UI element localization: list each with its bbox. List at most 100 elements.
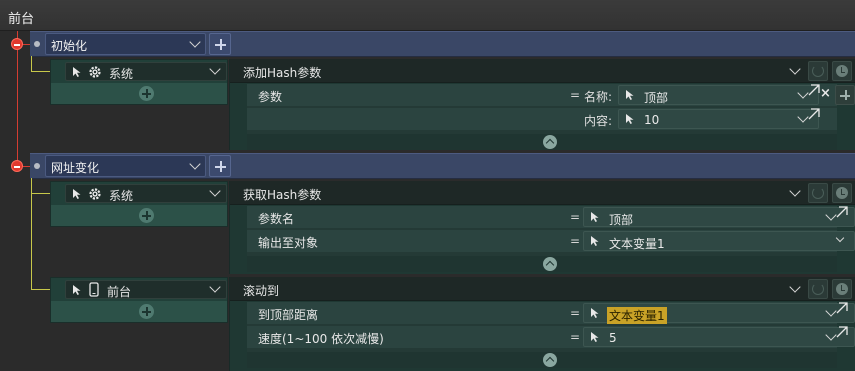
clock-icon bbox=[836, 187, 848, 199]
trigger-select[interactable]: 系统 bbox=[65, 184, 227, 203]
phone-icon bbox=[89, 282, 99, 297]
drag-handle-icon[interactable] bbox=[34, 41, 40, 47]
param-panel: 参数 = 名称: 顶部 × 内容: 10 bbox=[247, 84, 855, 134]
trigger-label: 前台 bbox=[107, 285, 132, 299]
add-action-button[interactable] bbox=[209, 33, 231, 55]
remove-param-button[interactable]: × bbox=[820, 86, 831, 101]
param-label: 参数 bbox=[258, 90, 283, 104]
add-trigger-row[interactable] bbox=[51, 301, 227, 322]
param-sub-label: 内容: bbox=[584, 114, 613, 128]
action-block: 获取Hash参数 参数名 = 顶部 输出至对象 = 文本变量1 bbox=[229, 181, 855, 274]
param-value: 顶部 bbox=[644, 91, 669, 105]
param-row: 速度(1~100 依次减慢) = 5 bbox=[247, 326, 855, 348]
equals-sign: = bbox=[570, 234, 581, 248]
add-trigger-row[interactable] bbox=[51, 205, 227, 226]
chevron-down-icon bbox=[209, 281, 221, 293]
action-name: 获取Hash参数 bbox=[243, 188, 322, 202]
action-name: 添加Hash参数 bbox=[243, 66, 322, 80]
add-icon[interactable] bbox=[139, 304, 154, 319]
action-block: 添加Hash参数 参数 = 名称: 顶部 × 内容: 10 bbox=[229, 59, 855, 150]
delay-button[interactable] bbox=[832, 279, 852, 299]
gear-icon bbox=[89, 188, 101, 200]
param-value: 文本变量1 bbox=[609, 237, 665, 251]
refresh-icon bbox=[812, 283, 824, 295]
drag-handle-icon[interactable] bbox=[34, 163, 40, 169]
refresh-button[interactable] bbox=[808, 183, 828, 203]
remove-event-icon[interactable] bbox=[11, 160, 23, 172]
action-connector-line bbox=[31, 71, 51, 72]
expand-icon[interactable] bbox=[835, 302, 849, 316]
action-connector-line bbox=[31, 193, 51, 194]
gear-icon bbox=[89, 66, 101, 78]
trigger-select[interactable]: 前台 bbox=[65, 280, 227, 299]
param-row: 参数名 = 顶部 bbox=[247, 206, 855, 228]
delay-button[interactable] bbox=[832, 61, 852, 81]
param-value: 5 bbox=[609, 331, 617, 345]
chevron-down-icon bbox=[789, 63, 801, 75]
trigger-block: 系统 bbox=[50, 181, 228, 227]
collapse-icon[interactable] bbox=[543, 257, 557, 271]
param-value-field[interactable]: 10 bbox=[618, 108, 821, 129]
title-bar: 前台 bbox=[0, 0, 855, 31]
remove-event-icon[interactable] bbox=[11, 38, 23, 50]
chevron-down-icon bbox=[209, 185, 221, 197]
param-panel: 参数名 = 顶部 输出至对象 = 文本变量1 bbox=[247, 206, 855, 256]
action-block: 滚动到 到顶部距离 = 文本变量1 速度(1~100 依次减慢) = 5 bbox=[229, 277, 855, 371]
add-param-button[interactable] bbox=[835, 85, 855, 105]
equals-sign: = bbox=[570, 88, 581, 102]
add-icon[interactable] bbox=[139, 86, 154, 101]
refresh-button[interactable] bbox=[808, 61, 828, 81]
param-label: 参数名 bbox=[258, 212, 295, 226]
collapse-icon[interactable] bbox=[543, 135, 557, 149]
param-label: 到顶部距离 bbox=[258, 308, 319, 322]
event-connector-line bbox=[17, 31, 18, 167]
output-target-select[interactable]: 文本变量1 bbox=[583, 231, 855, 251]
param-value-field[interactable]: 顶部 bbox=[618, 84, 821, 105]
equals-sign: = bbox=[570, 210, 581, 224]
trigger-block: 系统 bbox=[50, 59, 228, 105]
trigger-select[interactable]: 系统 bbox=[65, 62, 227, 81]
param-value: 顶部 bbox=[609, 213, 634, 227]
param-label: 速度(1~100 依次减慢) bbox=[258, 332, 384, 346]
equals-sign: = bbox=[570, 306, 581, 320]
action-header[interactable]: 滚动到 bbox=[230, 277, 855, 301]
collapse-strip bbox=[247, 256, 837, 272]
expand-icon[interactable] bbox=[835, 206, 849, 220]
chevron-down-icon bbox=[189, 158, 201, 170]
clock-icon bbox=[836, 65, 848, 77]
add-icon[interactable] bbox=[139, 208, 154, 223]
refresh-button[interactable] bbox=[808, 279, 828, 299]
trigger-label: 系统 bbox=[109, 189, 134, 203]
param-row: 参数 = 名称: 顶部 × bbox=[247, 84, 855, 106]
param-sub-label: 名称: bbox=[584, 90, 613, 104]
param-row: 内容: 10 bbox=[247, 108, 837, 130]
expand-icon[interactable] bbox=[835, 326, 849, 340]
cursor-icon bbox=[591, 236, 599, 246]
param-row: 到顶部距离 = 文本变量1 bbox=[247, 302, 855, 324]
param-value: 10 bbox=[644, 113, 660, 127]
chevron-down-icon bbox=[789, 185, 801, 197]
event-label: 初始化 bbox=[51, 39, 88, 53]
equals-sign: = bbox=[570, 330, 581, 344]
param-value-field[interactable]: 5 bbox=[583, 326, 855, 347]
add-action-button[interactable] bbox=[209, 155, 231, 177]
chevron-down-icon bbox=[189, 36, 201, 48]
param-value-field[interactable]: 顶部 bbox=[583, 206, 855, 227]
add-trigger-row[interactable] bbox=[51, 83, 227, 104]
action-header[interactable]: 添加Hash参数 bbox=[230, 59, 855, 83]
cursor-icon bbox=[591, 212, 599, 222]
trigger-block: 前台 bbox=[50, 277, 228, 323]
param-panel: 到顶部距离 = 文本变量1 速度(1~100 依次减慢) = 5 bbox=[247, 302, 855, 352]
delay-button[interactable] bbox=[832, 183, 852, 203]
expand-icon[interactable] bbox=[807, 84, 821, 98]
expand-icon[interactable] bbox=[807, 108, 821, 122]
collapse-icon[interactable] bbox=[543, 353, 557, 367]
event-label: 网址变化 bbox=[51, 161, 100, 175]
event-select[interactable]: 网址变化 bbox=[45, 155, 206, 177]
param-value-field[interactable]: 文本变量1 bbox=[583, 302, 855, 324]
cursor-icon bbox=[626, 90, 634, 100]
collapse-strip bbox=[247, 352, 837, 368]
event-select[interactable]: 初始化 bbox=[45, 33, 206, 55]
param-label: 输出至对象 bbox=[258, 236, 319, 250]
action-header[interactable]: 获取Hash参数 bbox=[230, 181, 855, 205]
